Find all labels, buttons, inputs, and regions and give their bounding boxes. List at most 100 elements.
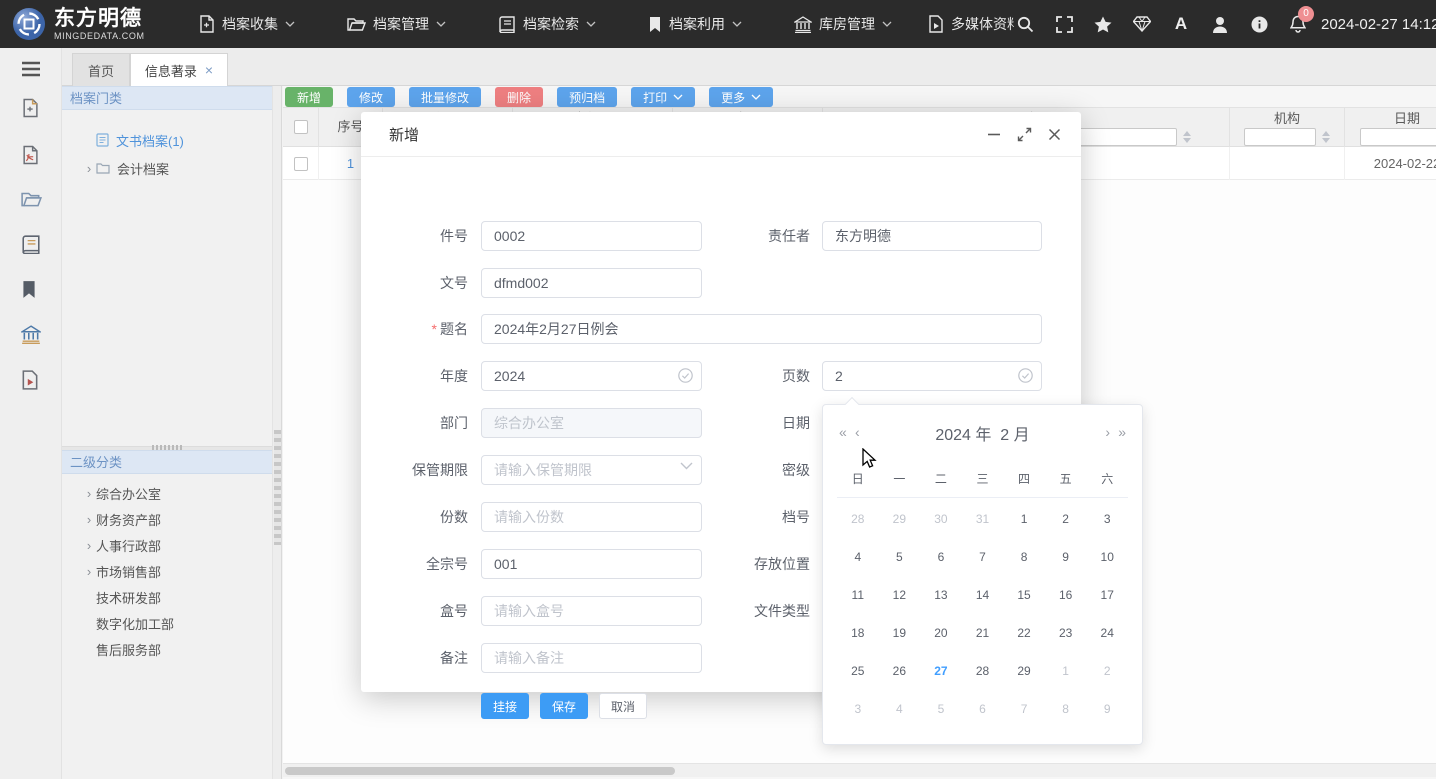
pdf-file-icon[interactable]: [21, 145, 41, 165]
horizontal-scrollbar[interactable]: [283, 763, 1436, 777]
file-collect-icon[interactable]: [21, 98, 41, 118]
calendar-day[interactable]: 3: [1086, 500, 1128, 538]
filter-input-date[interactable]: [1360, 128, 1436, 146]
calendar-day[interactable]: 9: [1045, 538, 1087, 576]
calendar-day[interactable]: 11: [837, 576, 879, 614]
calendar-day[interactable]: 2: [1086, 652, 1128, 690]
calendar-day[interactable]: 31: [962, 500, 1004, 538]
row-checkbox[interactable]: [294, 157, 308, 171]
retention-period-select[interactable]: [481, 455, 702, 485]
year-select[interactable]: 2024 年: [935, 427, 991, 444]
star-icon[interactable]: [1094, 15, 1112, 33]
font-size-icon[interactable]: A: [1172, 15, 1190, 33]
menu-archive-search[interactable]: 档案检索: [472, 0, 622, 48]
responsible-input[interactable]: [822, 221, 1042, 251]
close-icon[interactable]: [1045, 125, 1063, 143]
year-input[interactable]: [481, 361, 702, 391]
calendar-day[interactable]: 28: [962, 652, 1004, 690]
calendar-day[interactable]: 18: [837, 614, 879, 652]
fonds-no-input[interactable]: [481, 549, 702, 579]
calendar-day[interactable]: 16: [1045, 576, 1087, 614]
calendar-day[interactable]: 2: [1045, 500, 1087, 538]
select-all-checkbox[interactable]: [294, 120, 308, 134]
maximize-icon[interactable]: [1015, 125, 1033, 143]
folder-open-icon[interactable]: [21, 190, 41, 210]
tab-info-entry[interactable]: 信息著录 ×: [130, 53, 228, 86]
remarks-input[interactable]: [481, 643, 702, 673]
calendar-day[interactable]: 10: [1086, 538, 1128, 576]
doc-no-input[interactable]: [481, 268, 702, 298]
calendar-day[interactable]: 1: [1045, 652, 1087, 690]
tree-item-document-archive[interactable]: 文书档案(1): [62, 126, 272, 154]
menu-storeroom-manage[interactable]: 库房管理: [768, 0, 918, 48]
tree-item-accounting-archive[interactable]: › 会计档案: [62, 154, 272, 182]
calendar-day[interactable]: 4: [879, 690, 921, 728]
sort-icons[interactable]: [1183, 131, 1191, 143]
bookmark-icon[interactable]: [21, 280, 41, 300]
link-button[interactable]: 挂接: [481, 693, 529, 719]
delete-button[interactable]: 删除: [495, 87, 543, 107]
secondary-category-item[interactable]: › 综合办公室: [62, 480, 272, 506]
calendar-day[interactable]: 25: [837, 652, 879, 690]
filter-input-org[interactable]: [1244, 128, 1317, 146]
calendar-day[interactable]: 5: [879, 538, 921, 576]
menu-archive-manage[interactable]: 档案管理: [321, 0, 472, 48]
search-icon[interactable]: [1016, 15, 1034, 33]
calendar-day[interactable]: 19: [879, 614, 921, 652]
calendar-day[interactable]: 22: [1003, 614, 1045, 652]
horizontal-scrollbar-thumb[interactable]: [285, 767, 675, 775]
sort-icons[interactable]: [1322, 131, 1330, 143]
gem-icon[interactable]: [1133, 15, 1151, 33]
add-button[interactable]: 新增: [285, 87, 333, 107]
sidebar-scrollbar[interactable]: [272, 86, 282, 779]
calendar-day[interactable]: 5: [920, 690, 962, 728]
bell-icon[interactable]: 0: [1289, 15, 1307, 33]
user-icon[interactable]: [1211, 15, 1229, 33]
fullscreen-icon[interactable]: [1055, 15, 1073, 33]
secondary-category-item[interactable]: › 财务资产部: [62, 506, 272, 532]
calendar-day[interactable]: 8: [1045, 690, 1087, 728]
pre-archive-button[interactable]: 预归档: [557, 87, 617, 107]
calendar-day[interactable]: 29: [879, 500, 921, 538]
calendar-day[interactable]: 23: [1045, 614, 1087, 652]
calendar-day[interactable]: 3: [837, 690, 879, 728]
calendar-day[interactable]: 29: [1003, 652, 1045, 690]
calendar-day[interactable]: 7: [1003, 690, 1045, 728]
title-input[interactable]: [481, 314, 1042, 344]
calendar-day[interactable]: 9: [1086, 690, 1128, 728]
calendar-day[interactable]: 12: [879, 576, 921, 614]
box-no-input[interactable]: [481, 596, 702, 626]
calendar-day[interactable]: 7: [962, 538, 1004, 576]
calendar-day[interactable]: 14: [962, 576, 1004, 614]
menu-archive-collect[interactable]: 档案收集: [172, 0, 321, 48]
next-year-button[interactable]: »: [1118, 422, 1126, 442]
calendar-day[interactable]: 24: [1086, 614, 1128, 652]
sidebar-scrollbar-thumb[interactable]: [274, 430, 281, 545]
calendar-day[interactable]: 8: [1003, 538, 1045, 576]
batch-edit-button[interactable]: 批量修改: [409, 87, 481, 107]
next-month-button[interactable]: ›: [1105, 422, 1110, 442]
pages-input[interactable]: [822, 361, 1042, 391]
print-button[interactable]: 打印: [631, 87, 695, 107]
edit-button[interactable]: 修改: [347, 87, 395, 107]
calendar-day[interactable]: 6: [920, 538, 962, 576]
calendar-day[interactable]: 13: [920, 576, 962, 614]
menu-archive-use[interactable]: 档案利用: [622, 0, 768, 48]
calendar-day[interactable]: 6: [962, 690, 1004, 728]
calendar-day[interactable]: 20: [920, 614, 962, 652]
media-file-icon[interactable]: [21, 370, 41, 390]
calendar-day[interactable]: 28: [837, 500, 879, 538]
close-icon[interactable]: ×: [205, 63, 213, 77]
calendar-day[interactable]: 26: [879, 652, 921, 690]
minimize-icon[interactable]: [985, 125, 1003, 143]
calendar-day[interactable]: 30: [920, 500, 962, 538]
secondary-category-item[interactable]: › 人事行政部: [62, 532, 272, 558]
tab-home[interactable]: 首页: [72, 53, 130, 86]
calendar-day[interactable]: 1: [1003, 500, 1045, 538]
calendar-day[interactable]: 4: [837, 538, 879, 576]
calendar-day[interactable]: 15: [1003, 576, 1045, 614]
bank-icon[interactable]: [21, 325, 41, 345]
secondary-category-item[interactable]: › 售后服务部: [62, 636, 272, 662]
month-select[interactable]: 2 月: [1000, 427, 1029, 444]
calendar-day[interactable]: 17: [1086, 576, 1128, 614]
